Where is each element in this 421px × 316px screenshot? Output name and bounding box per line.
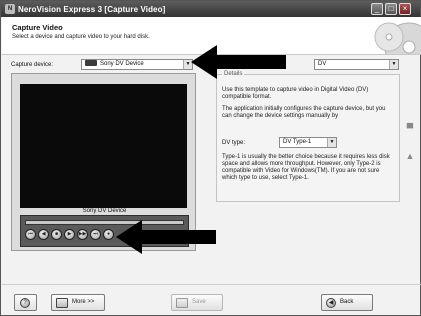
capture-device-select[interactable]: Sony DV Device ▼ [81,59,193,70]
dv-type-explanation: Type-1 is usually the better choice beca… [222,154,390,181]
maximize-button[interactable]: □ [385,3,397,15]
capture-device-value: Sony DV Device [100,61,144,67]
close-button[interactable]: × [399,3,411,15]
dv-type-select[interactable]: DV Type-1 ▼ [279,137,337,148]
more-button[interactable]: More >> [51,294,105,311]
back-button-label: Back [340,299,354,305]
dv-type-label: DV type: [222,140,246,146]
title-bar[interactable]: N NeroVision Express 3 [Capture Video] _… [1,1,420,17]
footer-divider [2,284,421,285]
play-button[interactable]: ▶ [64,229,75,240]
dv-type-value: DV Type-1 [283,139,312,145]
format-select[interactable]: DV ▼ [314,59,399,70]
next-button[interactable]: ⏭ [90,229,101,240]
details-intro-text: Use this template to capture video in Di… [222,87,369,100]
help-button[interactable]: ? [14,294,37,311]
camcorder-icon [85,60,97,67]
minimize-button[interactable]: _ [371,3,383,15]
details-config-text: The application initially configures the… [222,106,386,119]
help-icon: ? [20,297,30,308]
capture-device-label: Capture device: [11,62,54,68]
page-subtitle: Select a device and capture video to you… [12,34,150,40]
more-button-label: More >> [72,299,95,305]
pointer-arrow-icon [116,220,216,254]
record-button[interactable]: ● [103,229,114,240]
more-options-icon [56,297,68,308]
back-arrow-icon: ◀ [326,297,336,308]
stop-button[interactable]: ■ [51,229,62,240]
rewind-button[interactable]: ◀ [38,229,49,240]
preview-device-name: Sony DV Device [82,208,127,214]
format-value: DV [318,61,327,67]
pointer-arrow-icon [191,45,286,79]
window-title: NeroVision Express 3 [Capture Video] [18,4,166,14]
delete-preset-icon[interactable]: ▲ [405,151,415,161]
video-preview [20,84,187,208]
save-button[interactable]: Save [171,294,223,311]
transport-controls: ⏮ ◀ ■ ▶ ▶▶ ⏭ ● [25,229,114,240]
chevron-down-icon[interactable]: ▼ [389,60,398,69]
save-button-label: Save [192,299,206,305]
chevron-down-icon[interactable]: ▼ [327,138,336,147]
disc-decoration-icon [374,22,421,54]
nero-app-icon: N [5,4,15,14]
fast-forward-button[interactable]: ▶▶ [77,229,88,240]
floppy-disk-icon [176,297,188,308]
details-group: Details Use this template to capture vid… [216,71,400,202]
previous-button[interactable]: ⏮ [25,229,36,240]
page-title: Capture Video [12,23,63,32]
save-preset-icon[interactable]: ▀ [405,123,415,133]
application-window: N NeroVision Express 3 [Capture Video] _… [0,0,421,316]
back-button[interactable]: ◀ Back [321,294,373,311]
